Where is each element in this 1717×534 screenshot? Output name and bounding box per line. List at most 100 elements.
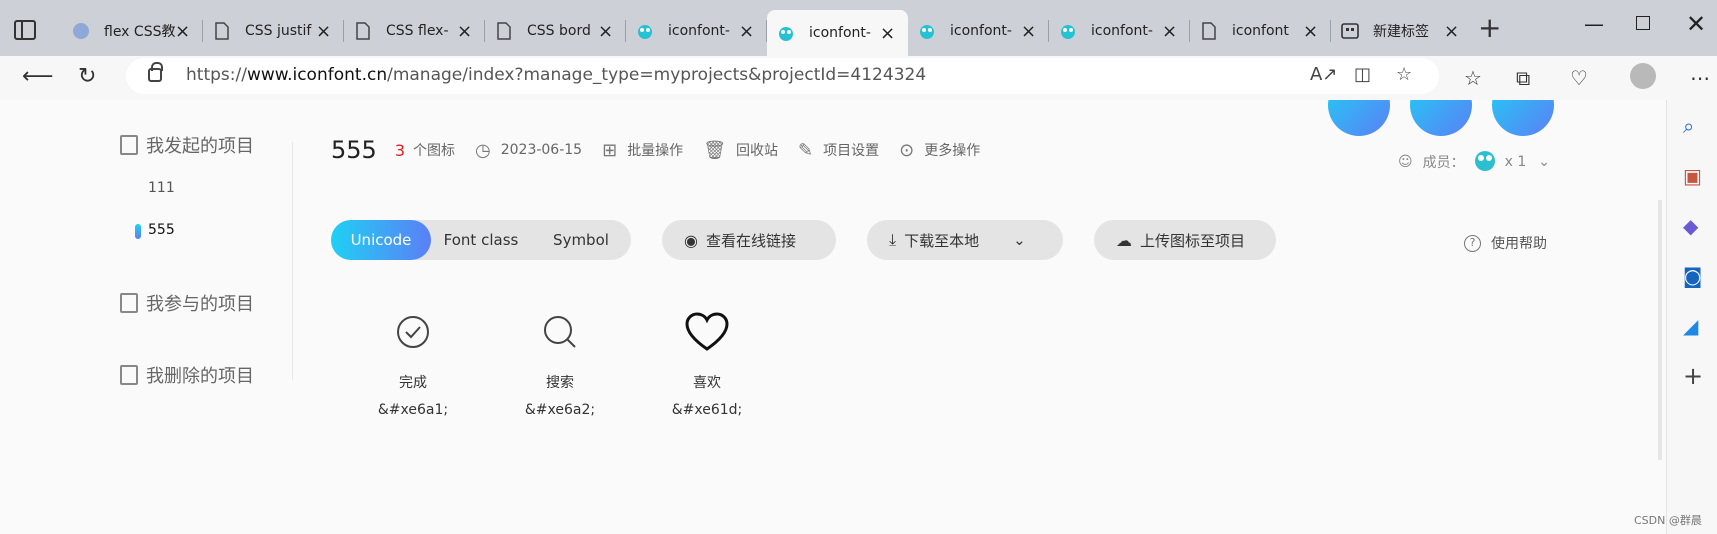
recycle-bin-button[interactable]: 🗑 回收站 — [703, 140, 778, 161]
sidebar-item-555[interactable]: 555 — [135, 222, 175, 239]
maximize-icon[interactable] — [1636, 16, 1650, 30]
collections-icon[interactable]: ⧉ — [1516, 66, 1530, 90]
close-icon[interactable]: × — [316, 21, 331, 42]
close-icon[interactable]: × — [175, 21, 190, 42]
page-content: 我发起的项目 111 555 我参与的项目 我删除的项目 555 3 个图标 ◷… — [0, 100, 1666, 534]
icon-card[interactable]: 喜欢 &#xe61d; — [647, 312, 767, 418]
page-scrollbar[interactable] — [1658, 200, 1662, 460]
add-sidebar-app-icon[interactable]: + — [1683, 362, 1703, 390]
tab[interactable]: iconfont- × — [908, 10, 1049, 52]
sidebar-section-mine[interactable]: 我发起的项目 — [120, 132, 254, 158]
icon-card[interactable]: 完成 &#xe6a1; — [353, 312, 473, 418]
search-icon[interactable]: ⌕ — [1683, 114, 1694, 138]
url-text[interactable]: https://www.iconfont.cn/manage/index?man… — [186, 65, 926, 85]
help-link[interactable]: ? 使用帮助 — [1464, 233, 1547, 253]
close-icon[interactable]: × — [1303, 21, 1318, 42]
new-tab-button[interactable]: + — [1478, 14, 1501, 42]
sidebar-section-label: 我删除的项目 — [146, 366, 254, 387]
close-icon[interactable]: × — [739, 21, 754, 42]
tab[interactable]: flex CSS教 × — [62, 10, 203, 52]
tab-list: flex CSS教 × CSS justif × CSS flex- × CSS bo… — [62, 10, 1472, 56]
more-label: 更多操作 — [924, 143, 981, 159]
project-date: ◷ 2023-06-15 — [475, 140, 582, 161]
icon-code: &#xe61d; — [671, 402, 743, 418]
member-avatar — [1473, 148, 1497, 176]
font-mode-switch: Unicode Font class Symbol — [331, 220, 631, 260]
more-menu-icon[interactable]: ⋯ — [1690, 66, 1710, 90]
toolbox-icon[interactable]: ▣ — [1683, 164, 1702, 188]
minimize-icon[interactable]: — — [1584, 12, 1604, 36]
add-favorite-icon[interactable]: ☆ — [1396, 64, 1412, 85]
close-icon[interactable]: × — [457, 21, 472, 42]
close-window-icon[interactable]: ✕ — [1686, 10, 1706, 38]
tab-title: iconfont- — [1091, 23, 1153, 39]
members-dropdown[interactable]: ☺ 成员： x 1 ⌄ — [1398, 148, 1550, 176]
view-link-label: 查看在线链接 — [705, 231, 796, 250]
back-icon[interactable]: ⟵ — [22, 64, 54, 89]
page-icon — [354, 22, 372, 40]
close-icon[interactable]: × — [598, 21, 613, 42]
close-icon[interactable]: × — [1444, 21, 1459, 42]
project-settings-button[interactable]: ✎ 项目设置 — [798, 140, 879, 161]
refresh-icon[interactable]: ↻ — [78, 64, 96, 89]
close-icon[interactable]: × — [1021, 21, 1036, 42]
tab-unicode[interactable]: Unicode — [331, 220, 431, 260]
outlook-icon[interactable]: ◙ — [1683, 264, 1702, 288]
tab[interactable]: CSS justif × — [203, 10, 344, 52]
watermark: CSDN @群晨 — [1634, 514, 1702, 527]
search-icon — [544, 316, 576, 348]
url-host: www.iconfont.cn — [246, 65, 388, 85]
chevron-down-icon[interactable]: ⌄ — [1013, 231, 1026, 249]
profile-avatar[interactable] — [1630, 63, 1656, 89]
address-bar[interactable]: https://www.iconfont.cn/manage/index?man… — [126, 58, 1439, 94]
url-path: /manage/index?manage_type=myprojects&pro… — [387, 65, 927, 85]
upload-fab-button[interactable] — [1410, 100, 1472, 136]
tab-title: 新建标签 — [1373, 24, 1429, 40]
split-screen-icon[interactable]: ◫ — [1354, 64, 1371, 85]
tab[interactable]: CSS bord × — [485, 10, 626, 52]
members-label: 成员： — [1422, 155, 1465, 171]
tab-font-class[interactable]: Font class — [431, 220, 531, 260]
tab-title: iconfont- — [809, 25, 871, 41]
tab-actions-icon[interactable] — [14, 20, 36, 40]
browser-essentials-icon[interactable]: ♡ — [1570, 66, 1588, 90]
send-icon[interactable]: ◢ — [1683, 314, 1698, 338]
tab-active[interactable]: iconfont- × — [767, 10, 908, 56]
heart-icon — [685, 312, 729, 351]
new-tab-icon — [1341, 22, 1359, 40]
favorites-icon[interactable]: ☆ — [1464, 66, 1482, 90]
project-header: 555 3 个图标 ◷ 2023-06-15 ⊞ 批量操作 🗑 回收站 ✎ 项目设置 ⊙… — [331, 136, 980, 164]
sidebar-item-111[interactable]: 111 — [148, 180, 175, 196]
tab-title: CSS bord — [527, 23, 591, 39]
lock-icon[interactable] — [148, 62, 163, 82]
close-icon[interactable]: × — [880, 23, 895, 44]
page-icon — [213, 22, 231, 40]
icon-card[interactable]: 搜索 &#xe6a2; — [500, 312, 620, 418]
more-actions-button[interactable]: ⊙ 更多操作 — [899, 140, 980, 161]
sidebar-section-deleted[interactable]: 我删除的项目 — [120, 362, 254, 388]
trash-icon: 🗑 — [703, 139, 727, 161]
iconfont-logo-icon — [777, 24, 795, 42]
copilot-icon[interactable]: ◆ — [1683, 214, 1698, 238]
upload-icons-button[interactable]: ☁ 上传图标至项目 — [1094, 220, 1276, 260]
read-aloud-icon[interactable]: A↗ — [1310, 64, 1337, 85]
close-icon[interactable]: × — [1162, 21, 1177, 42]
batch-action-button[interactable]: ⊞ 批量操作 — [602, 140, 683, 161]
tab-symbol[interactable]: Symbol — [531, 220, 631, 260]
view-online-link-button[interactable]: ◉ 查看在线链接 — [662, 220, 836, 260]
download-button[interactable]: ⤓ 下载至本地 ⌄ — [867, 220, 1063, 260]
tab[interactable]: CSS flex- × — [344, 10, 485, 52]
icon-code: &#xe6a2; — [524, 402, 596, 418]
recycle-label: 回收站 — [736, 143, 779, 159]
search-fab-button[interactable] — [1328, 100, 1390, 136]
icon-name: 完成 — [399, 375, 427, 391]
iconfont-logo-icon — [918, 22, 936, 40]
share-fab-button[interactable] — [1492, 100, 1554, 136]
sidebar-section-joined[interactable]: 我参与的项目 — [120, 290, 254, 316]
icon-name: 搜索 — [546, 375, 574, 391]
tab[interactable]: iconfont- × — [626, 10, 767, 52]
tab[interactable]: 新建标签 × — [1331, 10, 1472, 52]
sidebar-section-label: 我参与的项目 — [146, 294, 254, 315]
tab[interactable]: iconfont- × — [1049, 10, 1190, 52]
tab[interactable]: iconfont × — [1190, 10, 1331, 52]
